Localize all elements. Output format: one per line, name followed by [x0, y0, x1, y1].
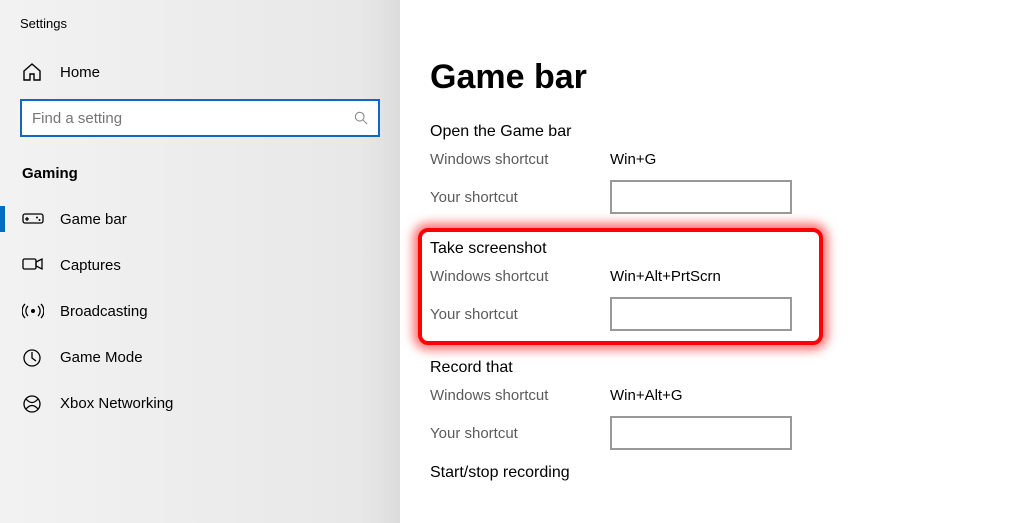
your-shortcut-input[interactable]	[610, 297, 792, 331]
windows-shortcut-label: Windows shortcut	[430, 268, 610, 285]
xbox-networking-icon	[22, 394, 42, 412]
sidebar-item-xbox-networking[interactable]: Xbox Networking	[0, 380, 400, 426]
content-pane: Game bar Open the Game bar Windows short…	[400, 0, 1020, 523]
sidebar-item-label: Broadcasting	[60, 303, 148, 320]
your-shortcut-label: Your shortcut	[430, 425, 610, 442]
your-shortcut-input[interactable]	[610, 180, 792, 214]
windows-shortcut-value: Win+Alt+PrtScrn	[610, 268, 721, 285]
captures-icon	[22, 256, 42, 274]
group-title: Take screenshot	[430, 240, 811, 258]
sidebar-item-label: Xbox Networking	[60, 395, 173, 412]
sidebar-section-title: Gaming	[0, 165, 400, 196]
your-shortcut-label: Your shortcut	[430, 306, 610, 323]
group-title: Open the Game bar	[430, 123, 990, 141]
game-bar-icon	[22, 210, 42, 228]
sidebar-item-game-bar[interactable]: Game bar	[0, 196, 400, 242]
group-start-stop-recording: Start/stop recording	[430, 464, 990, 482]
sidebar-item-broadcasting[interactable]: Broadcasting	[0, 288, 400, 334]
windows-shortcut-value: Win+Alt+G	[610, 387, 683, 404]
highlight-annotation: Take screenshot Windows shortcut Win+Alt…	[418, 228, 823, 345]
broadcasting-icon	[22, 302, 42, 320]
your-shortcut-input[interactable]	[610, 416, 792, 450]
group-title: Record that	[430, 359, 990, 377]
sidebar-home-label: Home	[60, 64, 100, 81]
search-input[interactable]	[32, 110, 354, 127]
search-icon	[354, 111, 368, 125]
app-title: Settings	[0, 10, 400, 53]
group-take-screenshot: Take screenshot Windows shortcut Win+Alt…	[430, 240, 811, 331]
sidebar-item-game-mode[interactable]: Game Mode	[0, 334, 400, 380]
sidebar-home[interactable]: Home	[0, 53, 400, 99]
group-title: Start/stop recording	[430, 464, 990, 482]
sidebar-item-label: Game Mode	[60, 349, 143, 366]
page-title: Game bar	[430, 58, 990, 97]
sidebar: Settings Home Gaming Game bar Captures	[0, 0, 400, 523]
sidebar-item-label: Captures	[60, 257, 121, 274]
home-icon	[22, 63, 42, 81]
windows-shortcut-value: Win+G	[610, 151, 656, 168]
group-open-game-bar: Open the Game bar Windows shortcut Win+G…	[430, 123, 990, 214]
game-mode-icon	[22, 348, 42, 366]
windows-shortcut-label: Windows shortcut	[430, 387, 610, 404]
search-input-wrap[interactable]	[20, 99, 380, 137]
your-shortcut-label: Your shortcut	[430, 189, 610, 206]
sidebar-item-captures[interactable]: Captures	[0, 242, 400, 288]
sidebar-item-label: Game bar	[60, 211, 127, 228]
windows-shortcut-label: Windows shortcut	[430, 151, 610, 168]
group-record-that: Record that Windows shortcut Win+Alt+G Y…	[430, 359, 990, 450]
